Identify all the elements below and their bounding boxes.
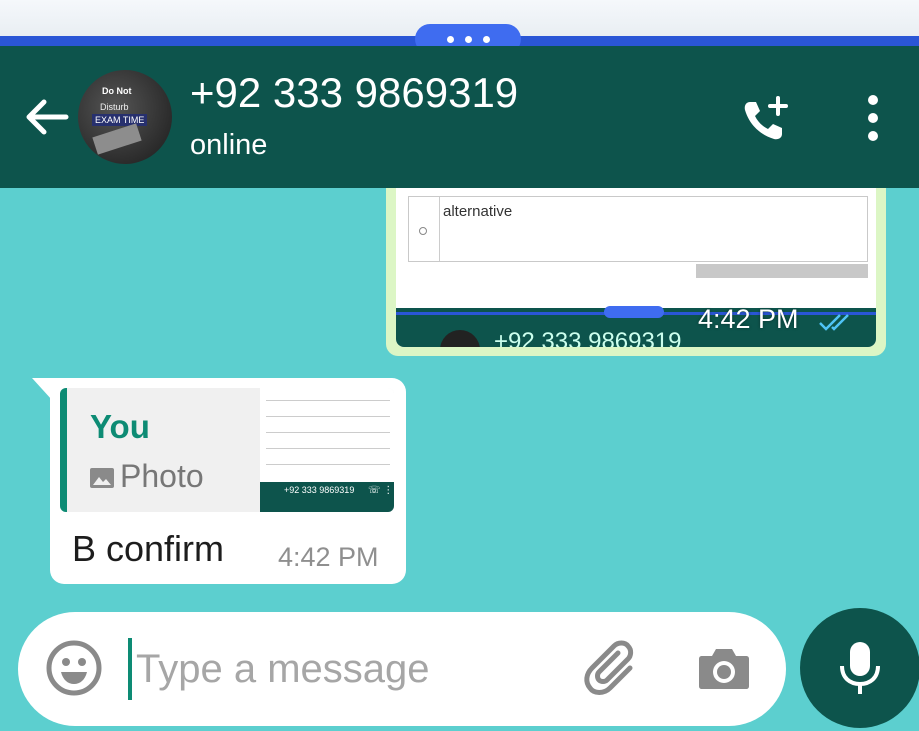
avatar-text-line: EXAM TIME (92, 114, 148, 126)
message-input[interactable] (134, 636, 558, 702)
outgoing-image-bubble[interactable]: alternative +92 333 9869319 (386, 188, 886, 356)
photo-icon (90, 468, 114, 488)
avatar-text-line: Do Not (102, 86, 132, 96)
emoji-icon[interactable] (44, 638, 104, 698)
quoted-photo-thumbnail: +92 333 9869319 ☏ ⋮ (260, 388, 394, 512)
image-header-text: +92 333 9869319 (494, 328, 682, 347)
read-double-tick-icon (819, 314, 849, 331)
back-arrow-icon[interactable] (22, 92, 72, 142)
avatar-book-shape (92, 123, 142, 155)
quoted-kind: Photo (120, 458, 204, 494)
message-time: 4:42 PM (698, 304, 799, 334)
contact-name[interactable]: +92 333 9869319 (190, 68, 518, 118)
message-text: B confirm (72, 528, 225, 569)
add-call-icon[interactable] (740, 94, 790, 144)
microphone-icon (840, 642, 880, 694)
contact-status: online (190, 129, 268, 161)
contact-avatar[interactable]: Do Not Disturb EXAM TIME (78, 70, 172, 164)
paperclip-icon[interactable] (582, 638, 642, 698)
text-caret (128, 638, 132, 700)
quoted-author: You (90, 408, 150, 445)
shared-screenshot-image[interactable]: alternative +92 333 9869319 (396, 188, 876, 347)
camera-icon[interactable] (696, 640, 752, 696)
more-options-icon[interactable] (858, 90, 888, 146)
message-time: 4:42 PM (278, 542, 379, 572)
image-text: alternative (443, 203, 513, 220)
image-answer-box: alternative (408, 196, 868, 262)
quoted-message[interactable]: You Photo +92 333 9869319 ☏ ⋮ (60, 388, 394, 512)
voice-record-button[interactable] (800, 608, 919, 728)
image-scrollbar (696, 264, 868, 278)
avatar-text-line: Disturb (100, 102, 129, 112)
thumbnail-title: +92 333 9869319 (284, 485, 355, 495)
